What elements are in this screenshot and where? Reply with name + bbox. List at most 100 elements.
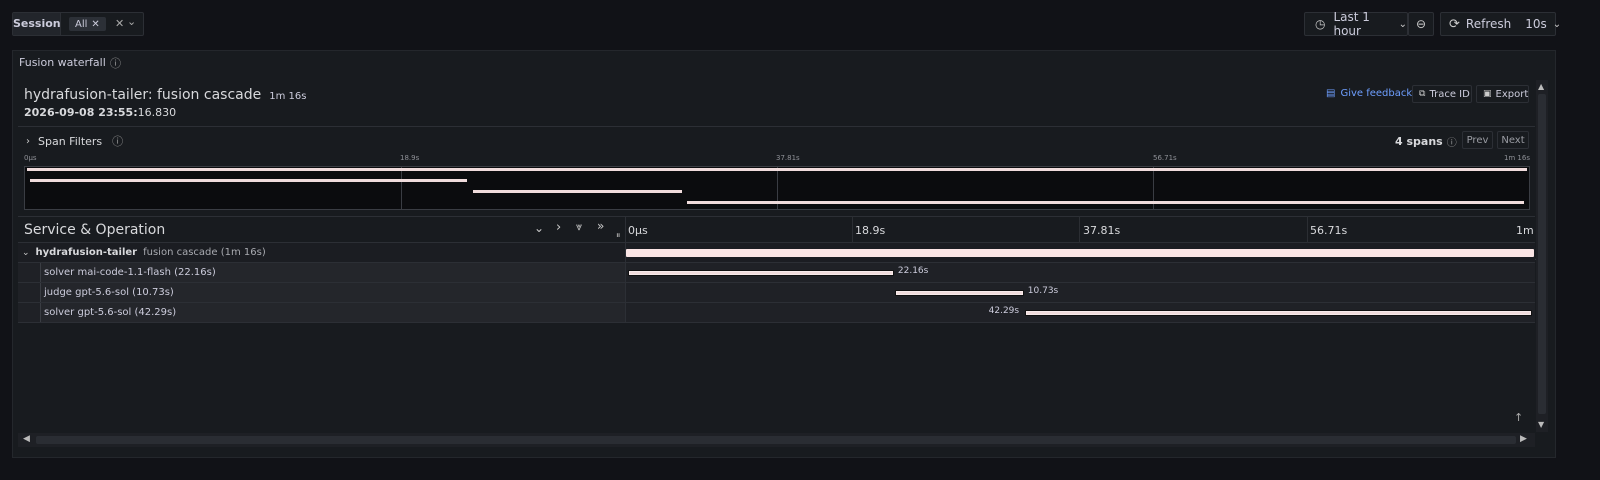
vertical-scrollbar[interactable]: ▲ ▼: [1536, 80, 1548, 432]
info-icon[interactable]: ⓘ: [110, 55, 121, 71]
info-icon[interactable]: ⓘ: [112, 133, 123, 149]
minimap-span-bar: [29, 179, 467, 182]
minimap-tick: 18.9s: [400, 154, 420, 162]
span-name-cell[interactable]: ⌄ hydrafusion-tailer fusion cascade (1m 16…: [18, 243, 625, 262]
zoom-out-button[interactable]: ⊖: [1408, 12, 1434, 36]
timeline-tick: 56.71s: [1310, 224, 1348, 237]
session-chip[interactable]: All ✕: [69, 17, 106, 31]
trace-id-label: Trace ID: [1429, 88, 1470, 100]
clock-icon: ◷: [1315, 17, 1326, 31]
refresh-button[interactable]: ⟳ Refresh 10s ⌄: [1440, 12, 1561, 36]
next-button[interactable]: Next: [1497, 131, 1529, 149]
panel-header: Fusion waterfall ⓘ: [13, 51, 1555, 75]
timeline-tick: 0μs: [628, 224, 648, 237]
span-bar[interactable]: [627, 270, 894, 276]
horizontal-scrollbar[interactable]: ◀ ▶: [18, 433, 1535, 447]
comment-icon: ▤: [1326, 88, 1336, 99]
chip-close-icon[interactable]: ✕: [91, 19, 99, 30]
chevron-right-icon: ›: [26, 135, 30, 147]
trace-service: hydrafusion-tailer: [24, 87, 148, 103]
span-count: 4 spans ⓘ: [1395, 134, 1457, 149]
scroll-left-icon[interactable]: ◀: [23, 434, 30, 444]
service-operation-title: Service & Operation: [24, 222, 166, 238]
save-icon: ▣: [1483, 89, 1492, 99]
timeline-tick: 1m: [1516, 224, 1534, 237]
span-bar-root[interactable]: [626, 249, 1534, 257]
expand-all-icon[interactable]: »: [597, 219, 604, 233]
minimap-span-bar: [687, 201, 1525, 204]
span-bar[interactable]: [894, 290, 1024, 296]
minimap-tick: 1m 16s: [1503, 154, 1530, 162]
collapse-one-icon[interactable]: ⌄: [534, 221, 544, 235]
info-icon[interactable]: ⓘ: [1447, 134, 1457, 149]
column-resize-handle[interactable]: ⏸: [616, 231, 621, 241]
minimap-tick: 56.71s: [1153, 154, 1177, 162]
prev-label: Prev: [1466, 134, 1489, 146]
trace-service-operation: hydrafusion-tailer: fusion cascade: [24, 87, 262, 103]
session-chip-label: All: [75, 18, 88, 30]
zoom-out-icon: ⊖: [1415, 17, 1427, 31]
scroll-right-icon[interactable]: ▶: [1520, 434, 1527, 444]
span-name-cell[interactable]: solver gpt-5.6-sol (42.29s): [40, 303, 625, 322]
scroll-up-icon[interactable]: ▲: [1538, 82, 1544, 91]
refresh-icon: ⟳: [1449, 16, 1460, 32]
give-feedback-link[interactable]: ▤ Give feedback: [1326, 88, 1412, 99]
expand-one-icon[interactable]: ›: [556, 220, 561, 235]
scroll-down-icon[interactable]: ▼: [1538, 420, 1544, 429]
export-label: Export: [1495, 88, 1529, 100]
clear-icon[interactable]: ✕: [115, 17, 124, 30]
copy-icon: ⧉: [1419, 89, 1426, 99]
trace-minimap[interactable]: [24, 166, 1530, 210]
session-variable: Session All ✕ ✕ ⌄: [12, 12, 144, 36]
span-name-cell[interactable]: judge gpt-5.6-sol (10.73s): [40, 283, 625, 302]
prev-button[interactable]: Prev: [1462, 131, 1493, 149]
chevron-down-icon[interactable]: ⌄: [22, 248, 30, 258]
next-label: Next: [1501, 134, 1525, 146]
span-label: judge gpt-5.6-sol (10.73s): [44, 287, 174, 298]
trace-operation: fusion cascade: [157, 87, 262, 103]
column-divider: [625, 283, 626, 303]
span-filters-label: Span Filters: [38, 134, 103, 148]
span-label: solver mai-code-1.1-flash (22.16s): [44, 267, 216, 278]
trace-duration: 1m 16s: [269, 91, 307, 102]
give-feedback-label: Give feedback: [1340, 88, 1413, 99]
span-count-label: 4 spans: [1395, 135, 1443, 148]
export-button[interactable]: ▣ Export: [1476, 85, 1529, 103]
h-scroll-thumb[interactable]: [36, 436, 1516, 444]
timestamp-ms: 16.830: [137, 106, 177, 119]
time-range-label: Last 1 hour: [1333, 10, 1370, 38]
column-divider: [625, 263, 626, 283]
span-duration-label: 10.73s: [1027, 286, 1059, 296]
span-service: hydrafusion-tailer: [35, 247, 138, 258]
span-row[interactable]: judge gpt-5.6-sol (10.73s): [18, 283, 1535, 303]
divider: [18, 126, 1535, 127]
refresh-label: Refresh: [1465, 17, 1512, 31]
span-filters-toggle[interactable]: › Span Filters ⓘ: [26, 133, 123, 149]
span-label: solver gpt-5.6-sol (42.29s): [44, 307, 177, 318]
chevron-down-icon[interactable]: ⌄: [127, 15, 136, 28]
time-range-picker[interactable]: ◷ Last 1 hour ⌄: [1304, 10, 1408, 38]
panel-title: Fusion waterfall: [19, 56, 106, 69]
scroll-to-top-icon[interactable]: ↑: [1514, 411, 1523, 424]
trace-title: hydrafusion-tailer: fusion cascade 1m 16…: [24, 87, 306, 105]
minimap-span-bar: [27, 168, 1527, 171]
trace-timestamp: 2026-09-08 23:55:16.830: [24, 106, 176, 119]
chevron-down-icon: ⌄: [1552, 18, 1562, 30]
refresh-interval[interactable]: 10s: [1525, 17, 1547, 31]
chevron-down-icon: ⌄: [1398, 18, 1407, 30]
span-duration-label: 22.16s: [897, 266, 929, 276]
trace-id-button[interactable]: ⧉ Trace ID: [1412, 85, 1472, 103]
session-label: Session: [13, 13, 61, 35]
minimap-tick: 0μs: [24, 154, 37, 162]
span-label: fusion cascade (1m 16s): [143, 247, 266, 258]
scroll-thumb[interactable]: [1538, 94, 1546, 414]
timeline-tick: 37.81s: [1083, 224, 1121, 237]
collapse-all-icon[interactable]: ⩔: [576, 220, 582, 234]
minimap-ticks: 0μs 18.9s 37.81s 56.71s 1m 16s: [24, 154, 1530, 164]
column-divider: [625, 217, 626, 243]
span-name-cell[interactable]: solver mai-code-1.1-flash (22.16s): [40, 263, 625, 282]
timestamp-main: 2026-09-08 23:55:: [24, 106, 138, 119]
column-divider: [625, 303, 626, 323]
span-bar[interactable]: [1024, 310, 1533, 316]
minimap-span-bar: [472, 190, 682, 193]
